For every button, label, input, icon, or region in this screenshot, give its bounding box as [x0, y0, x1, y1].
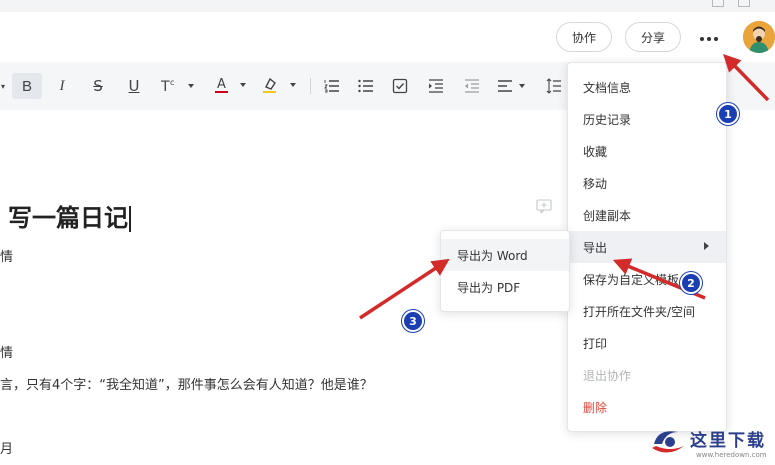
comment-icon[interactable] — [536, 198, 552, 215]
bold-button[interactable]: B — [12, 73, 42, 99]
minimize-icon[interactable] — [712, 0, 724, 7]
font-color-icon: A — [215, 77, 246, 93]
menu-item-save-template[interactable]: 保存为自定义模板 — [568, 263, 726, 295]
watermark-url: www.heredown.com — [696, 451, 767, 459]
share-label: 分享 — [640, 30, 665, 45]
ordered-list-icon — [324, 80, 339, 93]
italic-icon: I — [59, 77, 65, 94]
collab-button[interactable]: 协作 — [556, 22, 612, 52]
ordered-list-button[interactable] — [320, 73, 344, 99]
submenu-item-label: 导出为 PDF — [457, 280, 521, 295]
checklist-icon — [392, 78, 408, 94]
underline-button[interactable]: U — [122, 73, 146, 99]
body-line: 情 — [0, 250, 14, 265]
step-badge-3: 3 — [402, 310, 424, 332]
outdent-button[interactable] — [460, 73, 484, 99]
avatar[interactable] — [743, 21, 775, 53]
text-style-icon: Tc — [160, 78, 194, 95]
menu-item-label: 删除 — [583, 400, 608, 415]
step-badge-1: 1 — [717, 103, 739, 125]
strikethrough-icon: S — [93, 77, 103, 95]
menu-item-label: 创建副本 — [583, 208, 632, 223]
body-line: 言，只有4个字：“我全知道”，那件事怎么会有人知道？他是谁？ — [0, 378, 373, 393]
menu-item-print[interactable]: 打印 — [568, 327, 726, 359]
menu-item-delete[interactable]: 删除 — [568, 391, 726, 423]
menu-item-label: 历史记录 — [583, 112, 632, 127]
menu-item-label: 收藏 — [583, 144, 608, 159]
menu-item-export[interactable]: 导出 — [568, 231, 726, 263]
menu-item-label: 退出协作 — [583, 368, 632, 383]
menu-item-label: 文档信息 — [583, 80, 632, 95]
menu-item-label: 保存为自定义模板 — [583, 272, 680, 287]
document-title[interactable]: 写一篇日记 — [8, 198, 131, 233]
indent-icon — [429, 79, 443, 93]
share-button[interactable]: 分享 — [625, 22, 681, 52]
menu-item-create-copy[interactable]: 创建副本 — [568, 199, 726, 231]
highlight-icon — [263, 77, 296, 93]
window-titlebar — [0, 0, 775, 12]
menu-item-label: 打开所在文件夹/空间 — [583, 304, 696, 319]
align-left-icon — [498, 80, 525, 92]
toolbar-divider — [310, 78, 311, 94]
menu-item-doc-info[interactable]: 文档信息 — [568, 71, 726, 103]
bold-icon: B — [21, 77, 32, 95]
watermark-text: 这里下载 — [690, 431, 766, 451]
highlight-button[interactable] — [258, 73, 302, 99]
watermark-logo — [652, 431, 684, 453]
menu-item-favorite[interactable]: 收藏 — [568, 135, 726, 167]
text-caret — [129, 206, 131, 232]
submenu-arrow-icon — [704, 242, 709, 250]
bullet-list-icon — [358, 79, 373, 93]
indent-button[interactable] — [424, 73, 448, 99]
align-button[interactable] — [494, 73, 534, 99]
document-header: 协作 分享 — [0, 12, 775, 62]
menu-item-history[interactable]: 历史记录 — [568, 103, 726, 135]
site-watermark: 这里下载 www.heredown.com — [640, 422, 775, 465]
body-line: 月 — [0, 442, 14, 457]
font-color-button[interactable]: A — [210, 73, 254, 99]
line-spacing-icon — [546, 78, 561, 94]
step-badge-2: 2 — [680, 272, 702, 294]
more-horizontal-icon[interactable] — [700, 34, 724, 44]
menu-item-exit-collab[interactable]: 退出协作 — [568, 359, 726, 391]
maximize-icon[interactable] — [738, 0, 750, 7]
menu-item-label: 打印 — [583, 336, 608, 351]
menu-item-label: 移动 — [583, 176, 608, 191]
strikethrough-button[interactable]: S — [86, 73, 110, 99]
submenu-item-label: 导出为 Word — [457, 248, 528, 263]
more-options-menu: 文档信息 历史记录 收藏 移动 创建副本 导出 保存为自定义模板 打开所在文件夹… — [567, 62, 727, 432]
svg-text:T: T — [160, 79, 170, 95]
text-style-button[interactable]: Tc — [156, 73, 200, 99]
italic-button[interactable]: I — [50, 73, 74, 99]
checklist-button[interactable] — [388, 73, 412, 99]
dropdown-caret-icon[interactable]: ▾ — [0, 73, 6, 99]
line-spacing-button[interactable] — [544, 73, 564, 99]
collab-label: 协作 — [571, 30, 596, 45]
export-pdf-item[interactable]: 导出为 PDF — [441, 271, 569, 303]
document-title-text: 写一篇日记 — [8, 204, 128, 232]
svg-text:A: A — [217, 77, 226, 92]
body-line: 情 — [0, 346, 14, 361]
menu-item-open-folder[interactable]: 打开所在文件夹/空间 — [568, 295, 726, 327]
outdent-icon — [465, 79, 479, 93]
bullet-list-button[interactable] — [354, 73, 378, 99]
svg-text:c: c — [170, 78, 174, 87]
underline-icon: U — [128, 77, 140, 95]
export-word-item[interactable]: 导出为 Word — [441, 239, 569, 271]
export-submenu: 导出为 Word 导出为 PDF — [440, 230, 570, 312]
menu-item-label: 导出 — [583, 240, 608, 255]
menu-item-move[interactable]: 移动 — [568, 167, 726, 199]
